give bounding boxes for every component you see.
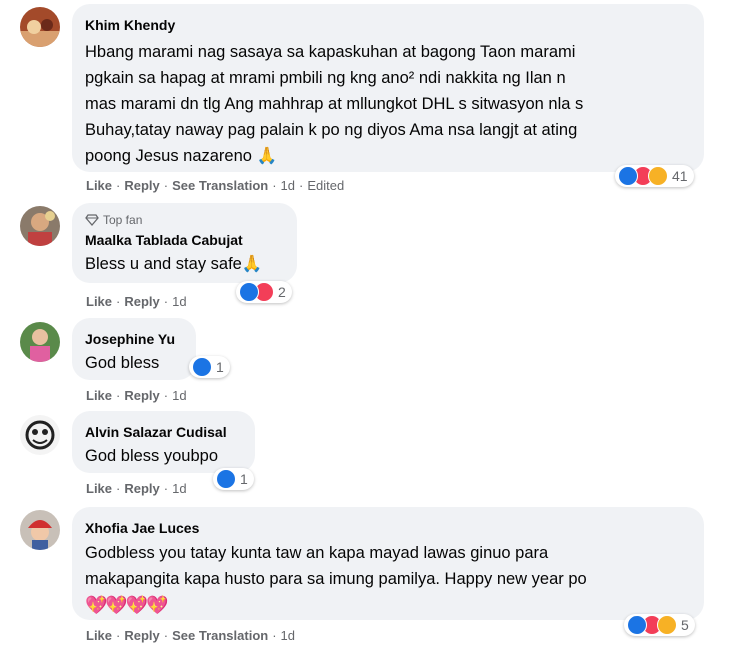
care-reaction-icon [648,166,668,186]
avatar[interactable] [20,7,60,47]
like-link[interactable]: Like [86,294,112,309]
commenter-name[interactable]: Xhofia Jae Luces [85,519,692,537]
comment-text: makapangita kapa husto para sa imung pam… [85,570,587,588]
see-translation-link[interactable]: See Translation [172,178,268,193]
comment-actions: Like · Reply · 1d [86,388,187,403]
comment-text: Godbless you tatay kunta taw an kapa may… [85,544,549,562]
timestamp[interactable]: 1d [281,178,295,193]
top-fan-badge: Top fan [85,213,285,227]
comment-text: Buhay,tatay naway pag palain k po ng diy… [85,121,578,139]
comment-text: God bless [85,354,160,372]
diamond-icon [85,214,99,226]
comment-actions: Like · Reply · See Translation · 1d · Edited [86,178,345,193]
like-reaction-icon [627,615,647,635]
timestamp[interactable]: 1d [172,388,186,403]
see-translation-link[interactable]: See Translation [172,628,268,643]
like-link[interactable]: Like [86,178,112,193]
comment-text: Hbang marami nag sasaya sa kapaskuhan at… [85,43,576,61]
reaction-count: 5 [681,617,689,633]
care-reaction-icon [657,615,677,635]
like-reaction-icon [216,469,236,489]
timestamp[interactable]: 1d [281,628,295,643]
reply-link[interactable]: Reply [124,481,159,496]
comment-text: God bless youbpo [85,447,219,465]
comment-actions: Like · Reply · See Translation · 1d [86,628,296,643]
like-reaction-icon [618,166,638,186]
like-reaction-icon [239,282,259,302]
like-reaction-icon [192,357,212,377]
top-fan-label: Top fan [103,213,143,227]
comment-bubble: Alvin Salazar Cudisal God bless youbpo [72,411,255,473]
reaction-summary[interactable]: 5 [624,614,695,636]
avatar[interactable] [20,206,60,246]
reply-link[interactable]: Reply [124,178,159,193]
reaction-summary[interactable]: 1 [213,468,254,490]
reply-link[interactable]: Reply [124,628,159,643]
timestamp[interactable]: 1d [172,294,186,309]
commenter-name[interactable]: Alvin Salazar Cudisal [85,423,243,441]
avatar[interactable] [20,510,60,550]
like-link[interactable]: Like [86,481,112,496]
comment-text: 💖💖💖💖 [85,595,169,615]
commenter-name[interactable]: Maalka Tablada Cabujat [85,231,285,249]
avatar[interactable] [20,322,60,362]
timestamp[interactable]: 1d [172,481,186,496]
reaction-count: 1 [240,471,248,487]
comment-actions: Like · Reply · 1d [86,294,187,309]
comment-actions: Like · Reply · 1d [86,481,187,496]
reaction-count: 41 [672,168,688,184]
comment-bubble: Khim Khendy Hbang marami nag sasaya sa k… [72,4,704,172]
comment-text: mas marami dn tlg Ang mahhrap at mllungk… [85,95,584,113]
reaction-count: 1 [216,359,224,375]
comment-text: Bless u and stay safe🙏 [85,255,263,273]
edited-label[interactable]: Edited [307,178,344,193]
commenter-name[interactable]: Josephine Yu [85,330,184,348]
reaction-summary[interactable]: 1 [189,356,230,378]
reply-link[interactable]: Reply [124,388,159,403]
reaction-summary[interactable]: 2 [236,281,292,303]
comment-text: pgkain sa hapag at mrami pmbili ng kng a… [85,69,566,87]
reaction-summary[interactable]: 41 [615,165,694,187]
comment-text: poong Jesus nazareno 🙏 [85,147,278,165]
comment-bubble: Josephine Yu God bless [72,318,196,380]
like-link[interactable]: Like [86,388,112,403]
comment-bubble: Xhofia Jae Luces Godbless you tatay kunt… [72,507,704,620]
commenter-name[interactable]: Khim Khendy [85,16,692,34]
like-link[interactable]: Like [86,628,112,643]
avatar[interactable] [20,415,60,455]
reaction-count: 2 [278,284,286,300]
comment-bubble: Top fan Maalka Tablada Cabujat Bless u a… [72,203,297,283]
reply-link[interactable]: Reply [124,294,159,309]
